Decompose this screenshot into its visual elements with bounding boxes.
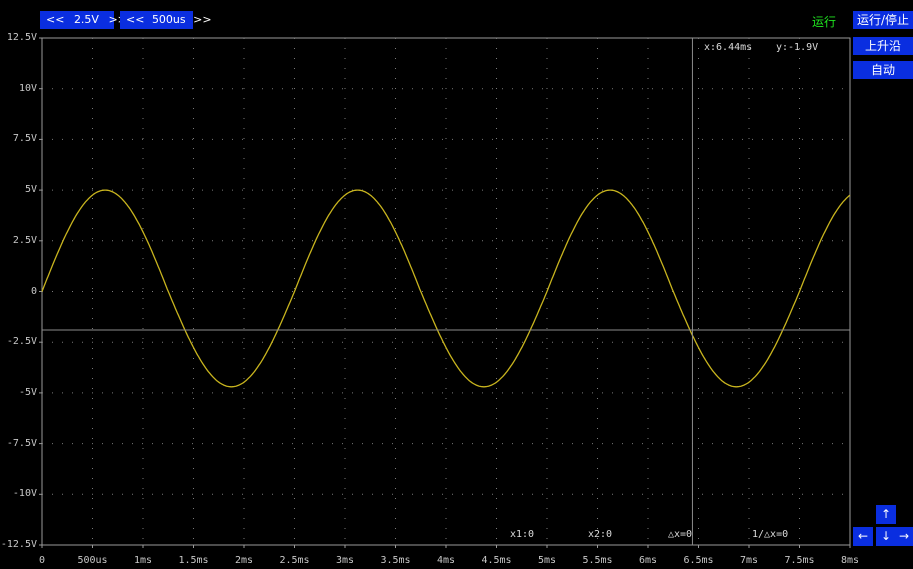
x1-readout: x1:0 — [510, 529, 535, 540]
y-tick-label: -10V — [12, 488, 37, 500]
x-tick-label: 4ms — [436, 555, 456, 566]
oscilloscope-plot[interactable] — [0, 0, 913, 569]
x-tick-label: 0 — [39, 555, 46, 566]
x-tick-label: 6ms — [638, 555, 658, 566]
y-tick-label: -7.5V — [6, 437, 37, 449]
x-tick-label: 2.5ms — [279, 555, 310, 566]
x-tick-label: 4.5ms — [481, 555, 512, 566]
y-tick-label: -5V — [18, 386, 37, 398]
y-tick-label: 2.5V — [12, 234, 37, 246]
y-tick-label: 5V — [24, 184, 37, 196]
x-tick-label: 6.5ms — [683, 555, 714, 566]
x-tick-label: 7ms — [739, 555, 759, 566]
y-tick-label: 0 — [30, 285, 37, 297]
x-tick-label: 1ms — [133, 555, 153, 566]
y-tick-label: -2.5V — [6, 336, 37, 348]
y-tick-label: -12.5V — [0, 539, 37, 550]
x-tick-label: 500us — [77, 555, 108, 566]
delta-x-readout: △x=0 — [668, 529, 693, 540]
x-tick-label: 5ms — [537, 555, 557, 566]
x-tick-label: 5.5ms — [582, 555, 613, 566]
y-tick-label: 10V — [18, 82, 37, 94]
cursor-y-readout: y:-1.9V — [776, 42, 819, 53]
y-tick-label: 7.5V — [12, 133, 37, 145]
x-tick-label: 1.5ms — [178, 555, 209, 566]
y-tick-label: 12.5V — [6, 32, 37, 43]
x2-readout: x2:0 — [588, 529, 613, 540]
x-tick-label: 8ms — [840, 555, 860, 566]
x-tick-label: 7.5ms — [784, 555, 815, 566]
x-tick-label: 3.5ms — [380, 555, 411, 566]
inverse-delta-x-readout: 1/△x=0 — [752, 529, 789, 540]
cursor-x-readout: x:6.44ms — [704, 42, 753, 53]
x-tick-label: 2ms — [234, 555, 254, 566]
x-tick-label: 3ms — [335, 555, 355, 566]
